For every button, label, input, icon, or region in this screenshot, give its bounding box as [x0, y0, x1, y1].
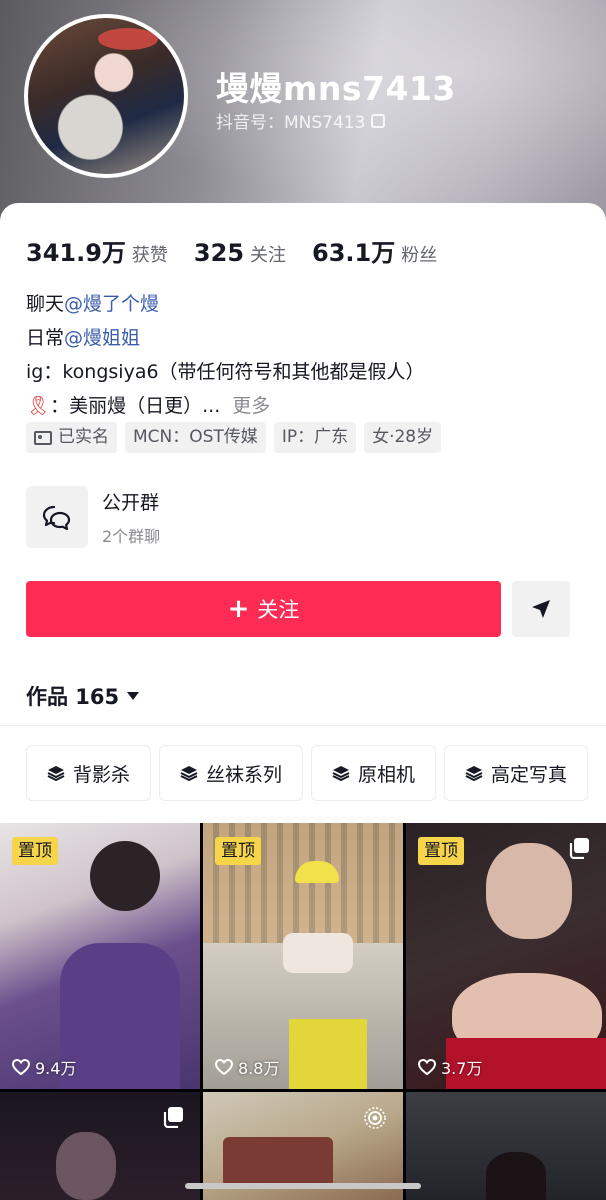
group-subtitle: 2个群聊: [102, 526, 161, 546]
image-set-icon: [569, 838, 589, 859]
stat-following[interactable]: 325 关注: [194, 239, 286, 267]
follow-label: 关注: [257, 598, 300, 622]
id-card-icon: [34, 430, 52, 445]
live-photo-icon: [364, 1107, 386, 1129]
video-thumbnail[interactable]: [0, 1092, 200, 1200]
layers-icon: [465, 766, 483, 781]
video-thumbnail[interactable]: [406, 1092, 606, 1200]
public-group-entry[interactable]: 公开群 2个群聊: [26, 486, 160, 548]
divider: [0, 725, 606, 726]
layers-icon: [332, 766, 350, 781]
profile-tags: 已实名 MCN：OST传媒 IP：广东 女·28岁: [26, 422, 442, 453]
video-thumbnail[interactable]: 置顶 3.7万: [406, 823, 606, 1089]
tag-mcn[interactable]: MCN：OST传媒: [125, 422, 266, 453]
works-tab[interactable]: 作品 165: [26, 681, 140, 711]
collection-item[interactable]: 原相机: [311, 745, 437, 801]
ribbon-icon: 🎗: [26, 395, 51, 417]
bio-line: ig：kongsiya6（带任何符号和其他都是假人）: [26, 361, 425, 383]
collection-item[interactable]: 丝袜系列: [159, 745, 304, 801]
like-count: 3.7万: [418, 1055, 482, 1079]
tag-verified[interactable]: 已实名: [26, 422, 117, 453]
video-thumbnail[interactable]: 置顶 9.4万: [0, 823, 200, 1089]
bio: 聊天@熳了个熳 日常@熳姐姐 ig：kongsiya6（带任何符号和其他都是假人…: [26, 293, 425, 417]
image-set-icon: [163, 1107, 183, 1128]
tag-ip: IP：广东: [273, 422, 357, 453]
video-grid: 置顶 9.4万 置顶 8.8万 置顶 3.7万: [0, 823, 606, 1200]
collection-item[interactable]: 背影杀: [26, 745, 152, 801]
douyin-id-text: 抖音号：MNS7413: [216, 113, 366, 133]
send-message-button[interactable]: [512, 581, 570, 637]
tag-gender-age: 女·28岁: [364, 422, 442, 453]
collections-row: 背影杀 丝袜系列 原相机 高定写真: [26, 745, 589, 801]
like-count: 8.8万: [215, 1055, 279, 1079]
profile-card: 341.9万 获赞 325 关注 63.1万 粉丝 聊天@熳了个熳 日常@熳姐姐 ig…: [0, 203, 606, 823]
pinned-badge: 置顶: [418, 837, 464, 865]
pinned-badge: 置顶: [215, 837, 261, 865]
collection-item[interactable]: 高定写真: [444, 745, 589, 801]
douyin-id[interactable]: 抖音号：MNS7413: [216, 108, 386, 133]
stat-likes[interactable]: 341.9万 获赞: [26, 233, 168, 268]
bio-mention-link[interactable]: @熳姐姐: [64, 327, 140, 349]
avatar[interactable]: [24, 14, 188, 178]
plus-icon: +: [227, 594, 250, 624]
bio-mention-link[interactable]: @熳了个熳: [64, 293, 159, 315]
caret-down-icon: [127, 692, 140, 700]
group-title: 公开群: [102, 491, 160, 514]
bio-more-link[interactable]: 更多: [232, 395, 270, 417]
copy-icon[interactable]: [371, 113, 386, 128]
send-icon: [532, 600, 550, 618]
home-indicator: [185, 1183, 421, 1189]
heart-icon: [12, 1059, 30, 1075]
heart-icon: [215, 1059, 233, 1075]
chat-group-icon: [26, 486, 88, 548]
follow-button[interactable]: + 关注: [26, 581, 501, 637]
stat-followers[interactable]: 63.1万 粉丝: [312, 233, 437, 268]
stats-row: 341.9万 获赞 325 关注 63.1万 粉丝: [26, 233, 437, 268]
nickname: 墁熳mns7413: [216, 69, 456, 108]
pinned-badge: 置顶: [12, 837, 58, 865]
heart-icon: [418, 1059, 436, 1075]
layers-icon: [180, 766, 198, 781]
like-count: 9.4万: [12, 1055, 76, 1079]
layers-icon: [47, 766, 65, 781]
video-thumbnail[interactable]: 置顶 8.8万: [203, 823, 403, 1089]
